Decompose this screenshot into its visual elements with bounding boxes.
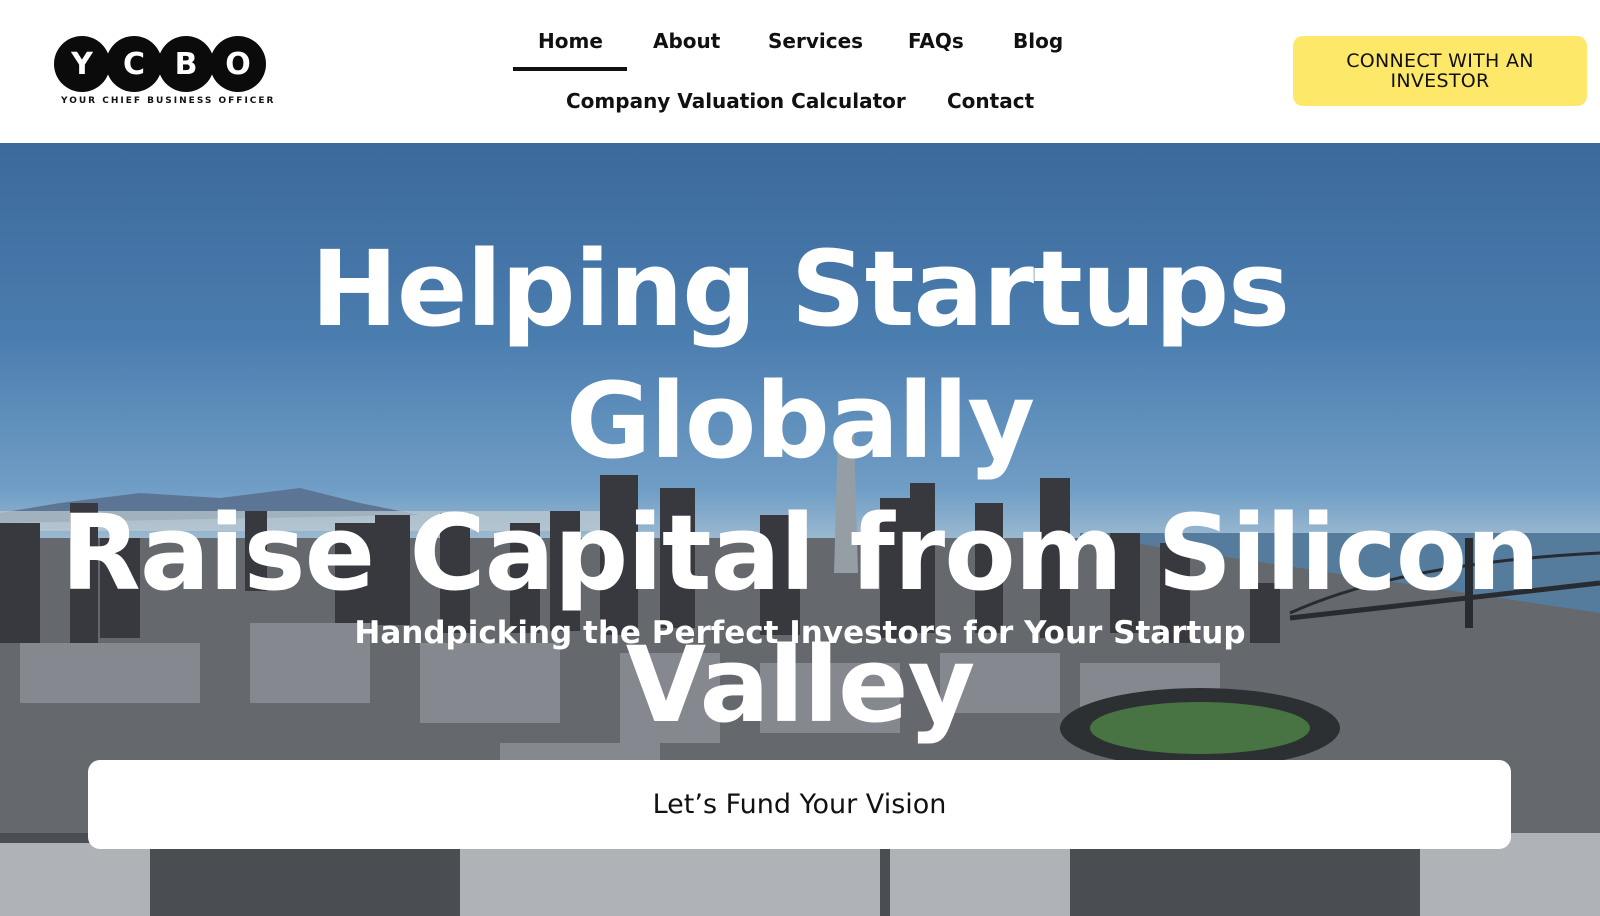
- cta-label-line2: INVESTOR: [1390, 70, 1490, 92]
- cta-label: CONNECT WITH AN INVESTOR: [1346, 51, 1534, 91]
- logo-letter-b: B: [158, 36, 214, 92]
- nav-contact[interactable]: Contact: [947, 89, 1034, 113]
- logo-letter-y: Y: [54, 36, 110, 92]
- logo-letter-o: O: [210, 36, 266, 92]
- ycbo-logo[interactable]: Y C B O YOUR CHIEF BUSINESS OFFICER: [54, 36, 276, 110]
- cta-label-line1: CONNECT WITH AN: [1346, 50, 1534, 72]
- nav-services[interactable]: Services: [768, 29, 863, 53]
- nav-home[interactable]: Home: [538, 29, 603, 53]
- nav-company-valuation-calculator[interactable]: Company Valuation Calculator: [566, 89, 906, 113]
- nav-faqs[interactable]: FAQs: [908, 29, 964, 53]
- logo-mark: Y C B O: [54, 36, 266, 92]
- hero-subtitle: Handpicking the Perfect Investors for Yo…: [354, 615, 1246, 651]
- fund-your-vision-button[interactable]: Let’s Fund Your Vision: [88, 760, 1511, 849]
- hero-heading-line2: Raise Capital from Silicon: [60, 492, 1540, 614]
- connect-with-investor-button[interactable]: CONNECT WITH AN INVESTOR: [1293, 36, 1587, 106]
- logo-letter-c: C: [106, 36, 162, 92]
- nav-active-indicator: [513, 67, 627, 71]
- site-header: Y C B O YOUR CHIEF BUSINESS OFFICER Home…: [0, 0, 1600, 143]
- logo-tagline: YOUR CHIEF BUSINESS OFFICER: [61, 96, 276, 106]
- hero-heading-line1: Helping Startups Globally: [310, 228, 1290, 482]
- nav-about[interactable]: About: [653, 29, 720, 53]
- nav-blog[interactable]: Blog: [1013, 29, 1063, 53]
- hero-heading: Helping Startups Globally Raise Capital …: [60, 223, 1540, 751]
